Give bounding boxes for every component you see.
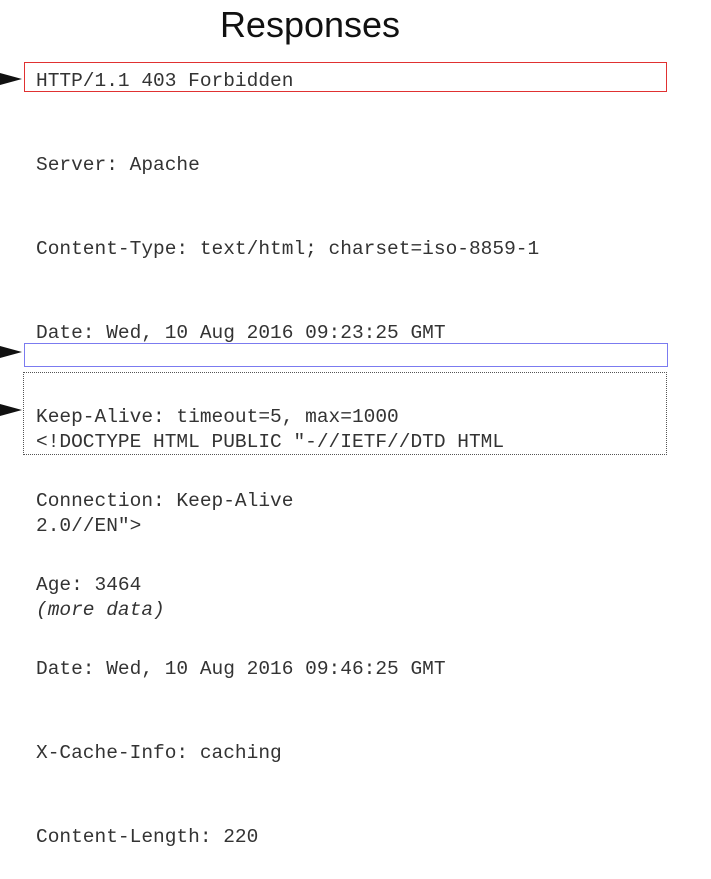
body-line: <!DOCTYPE HTML PUBLIC "-//IETF//DTD HTML [36,431,505,453]
more-data-note: (more data) [36,599,165,621]
body-block: <!DOCTYPE HTML PUBLIC "-//IETF//DTD HTML… [36,372,504,652]
status-line-arrow-icon [0,73,22,85]
blank-line-arrow-icon [0,346,22,358]
blank-line-box [24,343,668,367]
diagram-title: Responses [219,4,401,45]
header-line: Content-Length: 220 [36,826,259,848]
header-line: Date: Wed, 10 Aug 2016 09:46:25 GMT [36,658,446,680]
status-line: HTTP/1.1 403 Forbidden [36,70,294,92]
header-line: Server: Apache [36,154,200,176]
header-line: X-Cache-Info: caching [36,742,282,764]
body-line: 2.0//EN"> [36,515,142,537]
body-arrow-icon [0,404,22,416]
header-line: Content-Type: text/html; charset=iso-885… [36,238,540,260]
